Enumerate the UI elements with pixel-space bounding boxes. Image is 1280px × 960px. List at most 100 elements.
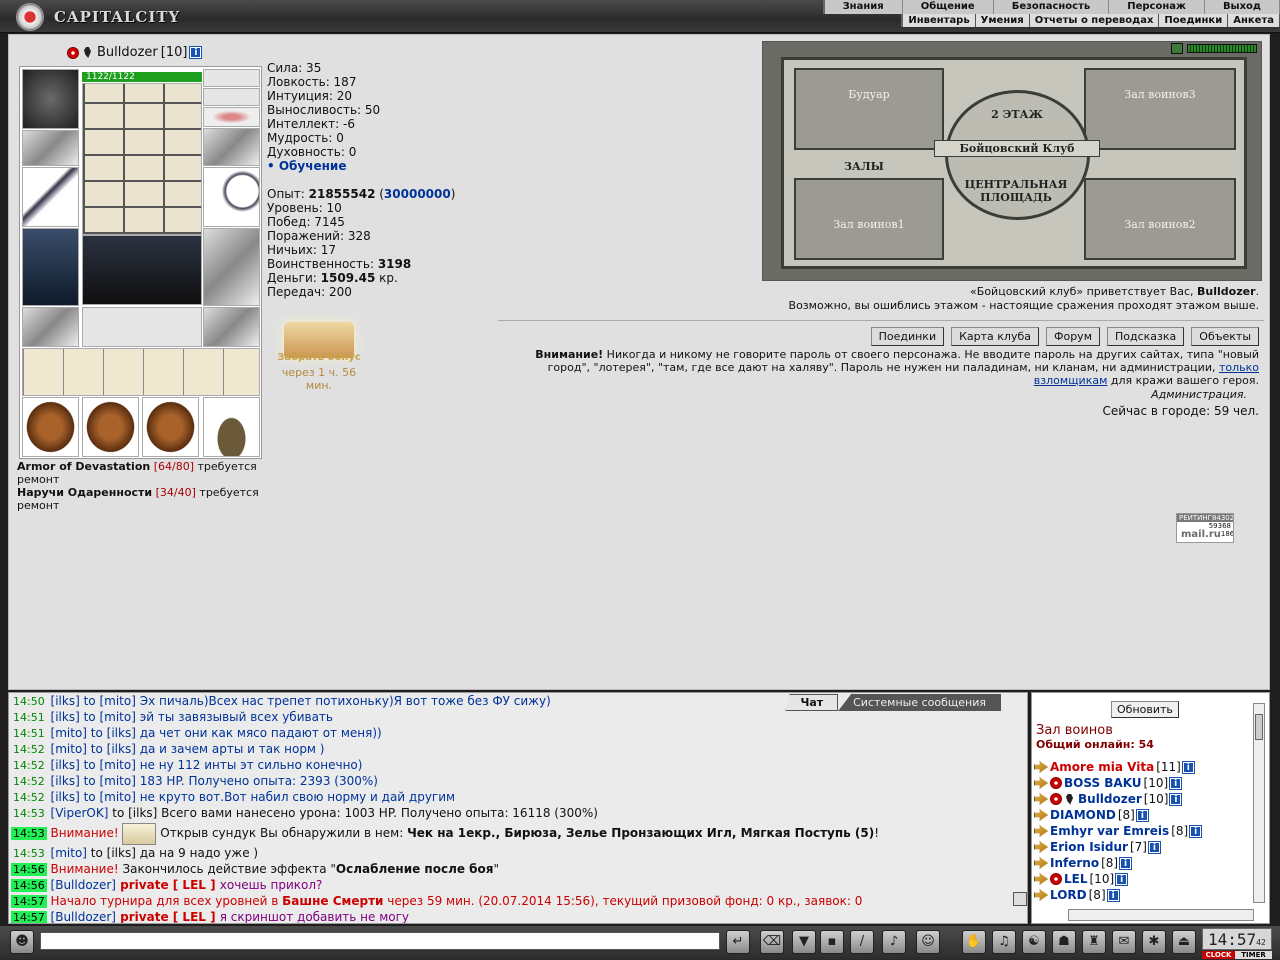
submenu-battles[interactable]: Поединки (1159, 14, 1229, 27)
slot-weapon[interactable] (22, 167, 79, 227)
info-icon[interactable]: i (1189, 824, 1203, 838)
submenu-skills[interactable]: Умения (976, 14, 1030, 27)
clan-icon[interactable] (1050, 793, 1062, 805)
info-icon[interactable]: i (1106, 888, 1120, 902)
slot-bag-1[interactable] (22, 397, 79, 457)
sound-icon[interactable]: ♪ (882, 930, 906, 954)
tab-chat[interactable]: Чат (785, 694, 839, 711)
mail-icon[interactable]: ✉ (1112, 930, 1136, 954)
private-message-icon[interactable] (1034, 761, 1048, 773)
scroll-thumb[interactable] (1255, 714, 1263, 740)
horizontal-scrollbar[interactable] (1068, 909, 1254, 921)
team-icon[interactable]: ☗ (1052, 930, 1076, 954)
slot-bracers[interactable] (22, 130, 79, 166)
bonus-label[interactable]: Забрать бонус (271, 352, 367, 363)
private-message-icon[interactable] (1034, 873, 1048, 885)
list-item[interactable]: LORD [8] i (1034, 887, 1254, 903)
private-message-icon[interactable] (1034, 841, 1048, 853)
slot-belt-items[interactable] (82, 83, 202, 235)
menu-exit[interactable]: Выход (1205, 0, 1280, 14)
club-label[interactable]: Бойцовский Клуб (934, 140, 1100, 157)
next-level-exp[interactable]: 30000000 (384, 187, 451, 201)
menu-character[interactable]: Персонаж (1109, 0, 1205, 14)
submenu-inventory[interactable]: Инвентарь (903, 14, 976, 27)
clan-icon[interactable] (1050, 777, 1062, 789)
timer-tab[interactable]: TIMER (1235, 951, 1272, 959)
private-message-icon[interactable] (1034, 825, 1048, 837)
slot-rings[interactable] (203, 107, 260, 127)
slot-runes[interactable] (82, 307, 202, 347)
list-item[interactable]: Emhyr var Emreis [8] i (1034, 823, 1254, 839)
info-icon[interactable]: i (1119, 856, 1133, 870)
forum-button[interactable]: Форум (1046, 327, 1100, 346)
hint-button[interactable]: Подсказка (1107, 327, 1185, 346)
list-item[interactable]: Amore mia Vita [11] i (1034, 759, 1254, 775)
slot-gloves[interactable] (203, 128, 260, 166)
slot-helmet[interactable] (22, 69, 79, 129)
slot-shield[interactable] (203, 167, 260, 227)
list-item[interactable]: DIAMOND [8] i (1034, 807, 1254, 823)
save-icon[interactable]: ▪ (820, 930, 844, 954)
menu-security[interactable]: Безопасность (994, 0, 1110, 14)
slot-bag-2[interactable] (82, 397, 139, 457)
chat-input[interactable] (40, 932, 720, 950)
list-item[interactable]: Bulldozer [10] i (1034, 791, 1254, 807)
translit-icon[interactable]: / (850, 930, 874, 954)
bonus-chest[interactable]: Забрать бонус через 1 ч. 56 мин. (271, 322, 367, 392)
smiley-icon[interactable]: ☺ (916, 930, 940, 954)
room-boudoir[interactable]: Будуар (794, 68, 944, 150)
music-icon[interactable]: ♫ (992, 930, 1016, 954)
list-item[interactable]: Erion Isidur [7] i (1034, 839, 1254, 855)
hand-icon[interactable]: ✋ (962, 930, 986, 954)
private-message-icon[interactable] (1034, 889, 1048, 901)
private-message-icon[interactable] (1034, 793, 1048, 805)
chat-scroll-icon[interactable] (1013, 892, 1027, 906)
slot-bag-3[interactable] (142, 397, 199, 457)
menu-communication[interactable]: Общение (903, 0, 994, 14)
square-label[interactable]: ЦЕНТРАЛЬНАЯ ПЛОЩАДЬ (952, 178, 1080, 204)
slot-earrings[interactable] (203, 88, 260, 106)
objects-button[interactable]: Объекты (1191, 327, 1259, 346)
info-icon[interactable]: i (1115, 872, 1129, 886)
refresh-button[interactable]: Обновить (1111, 701, 1179, 718)
clan-icon[interactable] (67, 46, 79, 59)
slot-sack[interactable] (203, 397, 260, 457)
user-list-scrollbar[interactable] (1253, 703, 1265, 903)
submenu-profile[interactable]: Анкета (1228, 14, 1280, 27)
slot-boots[interactable] (203, 307, 260, 347)
room-warriors-2[interactable]: Зал воинов2 (1084, 178, 1236, 260)
chat-mode-icon[interactable]: ☻ (10, 930, 34, 954)
friends-icon[interactable]: ☯ (1022, 930, 1046, 954)
info-icon[interactable]: i (1169, 776, 1183, 790)
clock-tab[interactable]: CLOCK (1202, 951, 1235, 959)
info-icon[interactable]: i (1169, 792, 1183, 806)
slot-scrolls[interactable] (22, 348, 260, 396)
send-icon[interactable]: ↵ (726, 930, 750, 954)
inventory-icon[interactable]: ♜ (1082, 930, 1106, 954)
menu-knowledge[interactable]: Знания (825, 0, 903, 14)
battles-button[interactable]: Поединки (870, 327, 945, 346)
submenu-transfers[interactable]: Отчеты о переводах (1030, 14, 1160, 27)
private-message-icon[interactable] (1034, 857, 1048, 869)
private-message-icon[interactable] (1034, 777, 1048, 789)
info-icon[interactable]: i (1135, 808, 1149, 822)
list-item[interactable]: LEL [10] i (1034, 871, 1254, 887)
tab-system-messages[interactable]: Системные сообщения (838, 694, 1001, 711)
bug-icon[interactable]: ✱ (1142, 930, 1166, 954)
list-item[interactable]: BOSS BAKU [10] i (1034, 775, 1254, 791)
list-item[interactable]: Inferno [8] i (1034, 855, 1254, 871)
slot-belt[interactable] (22, 307, 79, 347)
eraser-icon[interactable]: ⌫ (760, 930, 784, 954)
exit-icon[interactable]: ⏏ (1172, 930, 1196, 954)
slot-leggings[interactable] (203, 228, 260, 306)
slot-armor[interactable] (22, 228, 79, 306)
info-icon[interactable]: i (1147, 840, 1161, 854)
training-link[interactable]: • Обучение (267, 159, 455, 173)
room-warriors-1[interactable]: Зал воинов1 (794, 178, 944, 260)
info-icon[interactable]: i (189, 46, 203, 59)
slot-amulet[interactable] (203, 69, 260, 87)
club-map-button[interactable]: Карта клуба (951, 327, 1039, 346)
info-icon[interactable]: i (1181, 760, 1195, 774)
filter-icon[interactable]: ▼ (792, 930, 816, 954)
private-message-icon[interactable] (1034, 809, 1048, 821)
